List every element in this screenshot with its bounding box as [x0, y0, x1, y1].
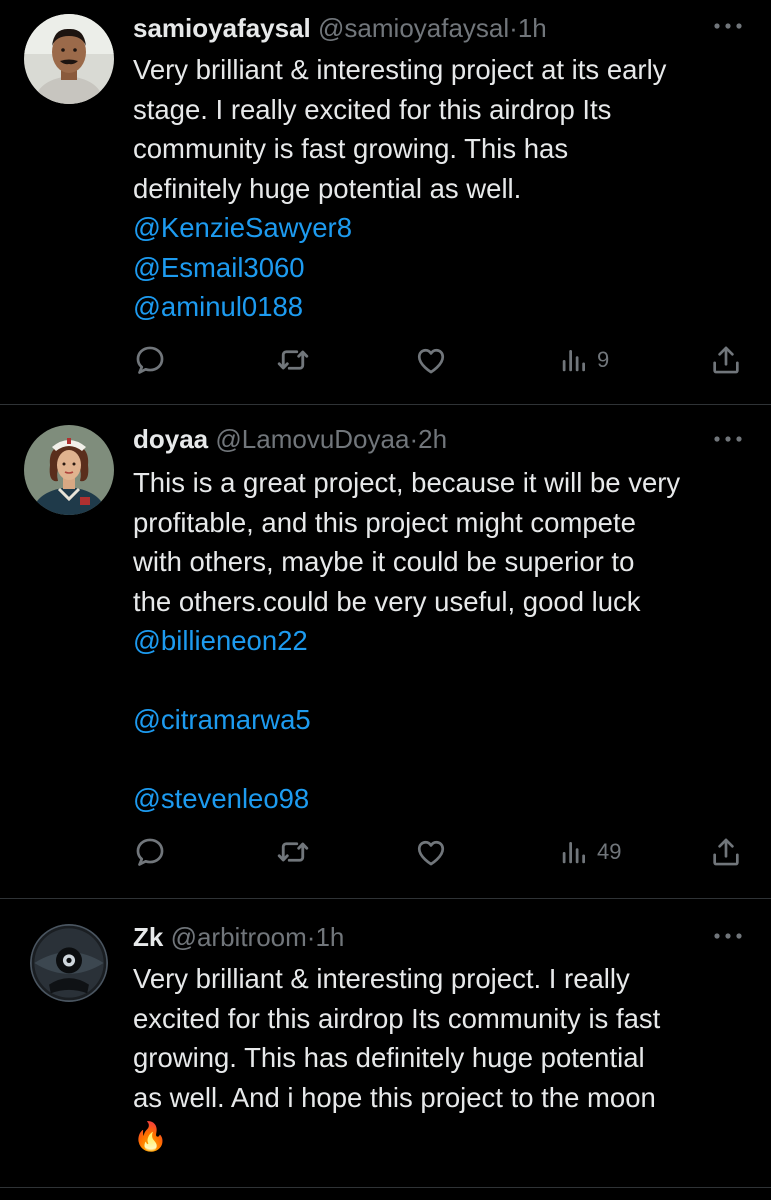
views-icon	[562, 350, 585, 372]
more-icon[interactable]	[713, 22, 743, 34]
tweet-text: This is a great project, because it will…	[133, 463, 753, 819]
timestamp[interactable]: 1h	[315, 922, 344, 952]
text-line: with others, maybe it could be superior …	[133, 546, 635, 577]
text-line: Very brilliant & interesting project at …	[133, 54, 667, 85]
text-line: This is a great project, because it will…	[133, 467, 681, 498]
tweet-text: Very brilliant & interesting project. I …	[133, 959, 753, 1157]
tweet-header: Zk @arbitroom·1h	[133, 921, 344, 953]
mention-link[interactable]: @stevenleo98	[133, 779, 753, 819]
avatar[interactable]	[24, 425, 114, 515]
fire-emoji: 🔥	[133, 1121, 168, 1152]
timestamp[interactable]: 1h	[518, 13, 547, 43]
user-handle[interactable]: @arbitroom	[171, 922, 307, 952]
retweet-icon	[277, 350, 309, 370]
text-line: definitely huge potential as well.	[133, 172, 522, 204]
views-icon	[562, 842, 585, 864]
more-icon[interactable]	[713, 932, 743, 944]
mention-link[interactable]: @citramarwa5	[133, 700, 753, 740]
text-line: as well. And i hope this project to the …	[133, 1081, 656, 1113]
reply-button[interactable]	[133, 340, 167, 380]
retweet-icon	[277, 842, 309, 862]
user-handle[interactable]: @LamovuDoyaa	[215, 424, 409, 454]
mention-link[interactable]: @KenzieSawyer8	[133, 208, 753, 248]
action-bar: 49	[133, 832, 745, 872]
avatar[interactable]	[30, 924, 108, 1002]
tweet[interactable]: Zk @arbitroom·1h Very brilliant & intere…	[0, 899, 771, 1187]
tweet[interactable]: doyaa @LamovuDoyaa·2h This is a great pr…	[0, 405, 771, 898]
user-handle[interactable]: @samioyafaysal	[318, 13, 509, 43]
share-icon	[713, 346, 739, 374]
like-icon	[417, 840, 445, 866]
text-line: Very brilliant & interesting project. I …	[133, 963, 630, 994]
text-line: excited for this airdrop Its community i…	[133, 1002, 661, 1034]
share-icon	[713, 838, 739, 866]
text-line: the others.could be very useful, good lu…	[133, 585, 641, 617]
text-line: growing. This has definitely huge potent…	[133, 1042, 645, 1073]
display-name[interactable]: doyaa	[133, 424, 208, 454]
like-button[interactable]	[414, 340, 448, 380]
display-name[interactable]: Zk	[133, 922, 163, 952]
like-icon	[417, 348, 445, 374]
mention-link[interactable]: @billieneon22	[133, 621, 753, 661]
share-button[interactable]	[709, 340, 743, 380]
text-line: stage. I really excited for this airdrop…	[133, 93, 612, 125]
action-bar: 9	[133, 340, 745, 380]
separator: ·	[409, 424, 419, 454]
text-line: profitable, and this project might compe…	[133, 506, 636, 538]
views-count: 9	[597, 347, 610, 372]
views-button[interactable]: 49	[559, 832, 621, 872]
tweet-text: Very brilliant & interesting project at …	[133, 50, 753, 327]
retweet-button[interactable]	[275, 832, 311, 872]
tweet-header: samioyafaysal @samioyafaysal·1h	[133, 12, 547, 44]
mention-link[interactable]: @Esmail3060	[133, 248, 753, 288]
timestamp[interactable]: 2h	[418, 424, 447, 454]
views-button[interactable]: 9	[559, 340, 609, 380]
text-line: community is fast growing. This has	[133, 133, 569, 164]
retweet-button[interactable]	[275, 340, 311, 380]
divider	[0, 1187, 771, 1188]
display-name[interactable]: samioyafaysal	[133, 13, 311, 43]
tweet[interactable]: samioyafaysal @samioyafaysal·1h Very bri…	[0, 0, 771, 404]
tweet-header: doyaa @LamovuDoyaa·2h	[133, 423, 447, 455]
share-button[interactable]	[709, 832, 743, 872]
views-count: 49	[597, 839, 622, 864]
reply-icon	[136, 838, 164, 866]
reply-button[interactable]	[133, 832, 167, 872]
more-icon[interactable]	[713, 435, 743, 447]
reply-icon	[136, 346, 164, 374]
separator: ·	[509, 13, 518, 43]
like-button[interactable]	[414, 832, 448, 872]
avatar[interactable]	[24, 14, 114, 104]
mention-link[interactable]: @aminul0188	[133, 287, 753, 327]
